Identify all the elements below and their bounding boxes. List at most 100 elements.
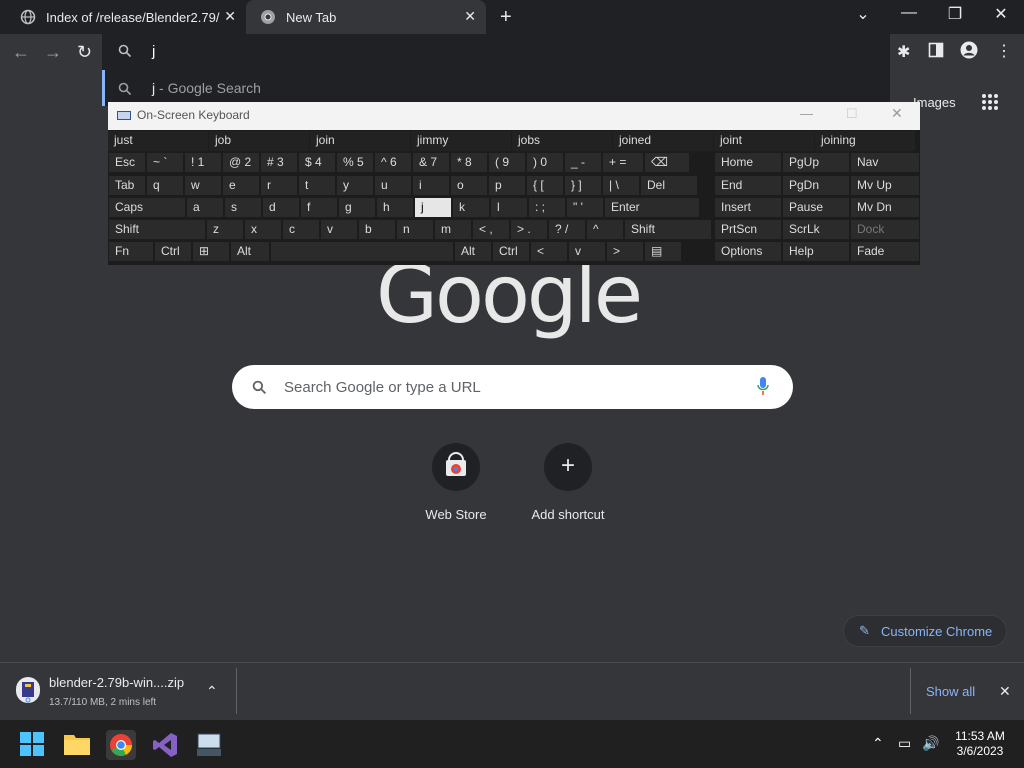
osk-key[interactable]: v	[320, 219, 358, 240]
web-store-shortcut[interactable]	[432, 443, 480, 491]
osk-key[interactable]: f	[300, 197, 338, 218]
osk-key[interactable]: % 5	[336, 152, 374, 173]
osk-key[interactable]: ▤	[644, 241, 682, 262]
osk-key[interactable]: j	[414, 197, 452, 218]
osk-key[interactable]: u	[374, 175, 412, 196]
osk-key[interactable]: w	[184, 175, 222, 196]
osk-close-icon[interactable]: ✕	[891, 105, 903, 122]
forward-icon[interactable]: →	[44, 42, 62, 63]
osk-key[interactable]: i	[412, 175, 450, 196]
osk-prediction[interactable]: join	[310, 131, 411, 151]
new-tab-plus-icon[interactable]: +	[500, 6, 512, 29]
osk-key[interactable]: ) 0	[526, 152, 564, 173]
osk-key[interactable]: e	[222, 175, 260, 196]
osk-side-key[interactable]: Dock	[850, 219, 920, 240]
start-windows-icon[interactable]	[20, 732, 44, 761]
osk-side-key[interactable]: End	[714, 175, 782, 196]
microphone-icon[interactable]	[757, 377, 769, 402]
osk-key[interactable]: q	[146, 175, 184, 196]
osk-key[interactable]: ^ 6	[374, 152, 412, 173]
tab-search-chevron-icon[interactable]: ⌄	[840, 4, 886, 24]
osk-key[interactable]: >	[606, 241, 644, 262]
osk-key[interactable]: Shift	[108, 219, 206, 240]
osk-key[interactable]: Tab	[108, 175, 146, 196]
osk-key[interactable]: k	[452, 197, 490, 218]
close-tab-icon[interactable]: ✕	[464, 8, 476, 25]
osk-key[interactable]: ⊞	[192, 241, 230, 262]
osk-key[interactable]: : ;	[528, 197, 566, 218]
osk-prediction[interactable]: jimmy	[411, 131, 512, 151]
osk-key[interactable]: g	[338, 197, 376, 218]
osk-key[interactable]: * 8	[450, 152, 488, 173]
osk-prediction[interactable]: joining	[815, 131, 916, 151]
osk-minimize-icon[interactable]: —	[800, 106, 813, 121]
apps-grid-icon[interactable]	[981, 93, 999, 116]
file-explorer-icon[interactable]	[64, 733, 90, 760]
osk-prediction[interactable]: joined	[613, 131, 714, 151]
profile-icon[interactable]	[960, 41, 978, 64]
reload-icon[interactable]: ↻	[77, 42, 92, 63]
osk-prediction[interactable]: job	[209, 131, 310, 151]
osk-key[interactable]: n	[396, 219, 434, 240]
osk-key[interactable]: # 3	[260, 152, 298, 173]
search-placeholder[interactable]: Search Google or type a URL	[284, 379, 481, 396]
osk-side-key[interactable]: Mv Dn	[850, 197, 920, 218]
add-shortcut-button[interactable]: +	[544, 443, 592, 491]
tab-new-tab[interactable]: New Tab ✕	[246, 0, 486, 34]
osk-key[interactable]: ? /	[548, 219, 586, 240]
osk-key[interactable]: d	[262, 197, 300, 218]
osk-key[interactable]: Esc	[108, 152, 146, 173]
osk-key[interactable]: $ 4	[298, 152, 336, 173]
osk-key[interactable]: ⌫	[644, 152, 690, 173]
chrome-taskbar-icon[interactable]	[106, 730, 136, 760]
osk-key[interactable]: z	[206, 219, 244, 240]
osk-key[interactable]: o	[450, 175, 488, 196]
osk-key[interactable]: b	[358, 219, 396, 240]
network-icon[interactable]: ▭	[898, 735, 911, 752]
menu-icon[interactable]: ⋮	[996, 41, 1012, 61]
osk-key[interactable]: Alt	[454, 241, 492, 262]
taskbar-clock[interactable]: 11:53 AM 3/6/2023	[952, 729, 1008, 759]
osk-key[interactable]: Enter	[604, 197, 700, 218]
osk-side-key[interactable]: Fade	[850, 241, 920, 262]
restore-icon[interactable]: ❐	[932, 4, 978, 24]
osk-key[interactable]: + =	[602, 152, 644, 173]
volume-icon[interactable]: 🔊	[922, 735, 939, 752]
close-tab-icon[interactable]: ✕	[224, 8, 236, 25]
osk-side-key[interactable]: PgDn	[782, 175, 850, 196]
add-shortcut-label[interactable]: Add shortcut	[508, 507, 628, 522]
osk-prediction[interactable]: jobs	[512, 131, 613, 151]
show-all-downloads-button[interactable]: Show all	[926, 684, 975, 699]
osk-key[interactable]: Ctrl	[154, 241, 192, 262]
osk-side-key[interactable]: Home	[714, 152, 782, 173]
osk-side-key[interactable]: PrtScn	[714, 219, 782, 240]
back-icon[interactable]: ←	[12, 42, 30, 63]
address-bar[interactable]	[102, 34, 890, 70]
osk-key[interactable]: x	[244, 219, 282, 240]
download-file-name[interactable]: blender-2.79b-win....zip	[49, 675, 184, 690]
osk-key[interactable]: t	[298, 175, 336, 196]
osk-key[interactable]: c	[282, 219, 320, 240]
osk-key[interactable]: Ctrl	[492, 241, 530, 262]
show-hidden-icons-chevron-icon[interactable]: ⌃	[872, 735, 884, 752]
osk-key[interactable]: h	[376, 197, 414, 218]
osk-side-key[interactable]: Insert	[714, 197, 782, 218]
osk-key[interactable]: Shift	[624, 219, 712, 240]
osk-key[interactable]: " '	[566, 197, 604, 218]
osk-key[interactable]: Del	[640, 175, 698, 196]
osk-side-key[interactable]: Nav	[850, 152, 920, 173]
osk-side-key[interactable]: ScrLk	[782, 219, 850, 240]
on-screen-keyboard-app-icon[interactable]	[196, 732, 222, 763]
osk-key[interactable]: s	[224, 197, 262, 218]
osk-key[interactable]: ~ `	[146, 152, 184, 173]
osk-key[interactable]: m	[434, 219, 472, 240]
osk-key[interactable]: y	[336, 175, 374, 196]
osk-key[interactable]: Alt	[230, 241, 270, 262]
osk-key[interactable]: > .	[510, 219, 548, 240]
close-window-icon[interactable]: ✕	[978, 4, 1024, 24]
osk-side-key[interactable]: Mv Up	[850, 175, 920, 196]
close-downloads-icon[interactable]: ✕	[999, 683, 1011, 700]
osk-side-key[interactable]: Options	[714, 241, 782, 262]
side-panel-icon[interactable]	[928, 42, 944, 63]
osk-key[interactable]: Fn	[108, 241, 154, 262]
